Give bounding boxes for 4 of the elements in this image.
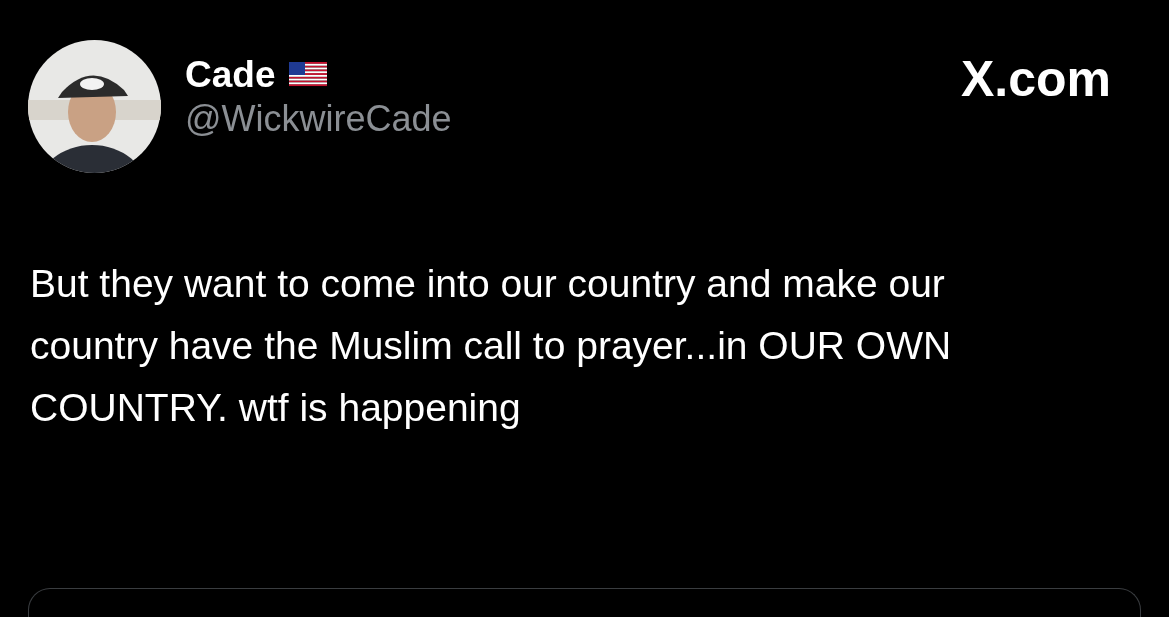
user-handle[interactable]: @WickwireCade — [185, 98, 937, 140]
site-logo: X.com — [960, 50, 1111, 108]
author-name[interactable]: Cade — [185, 54, 276, 96]
post-text: But they want to come into our country and make our country have the Muslim call to prayer...in OUR OWN COUNTRY. wtf is happening — [30, 261, 953, 431]
